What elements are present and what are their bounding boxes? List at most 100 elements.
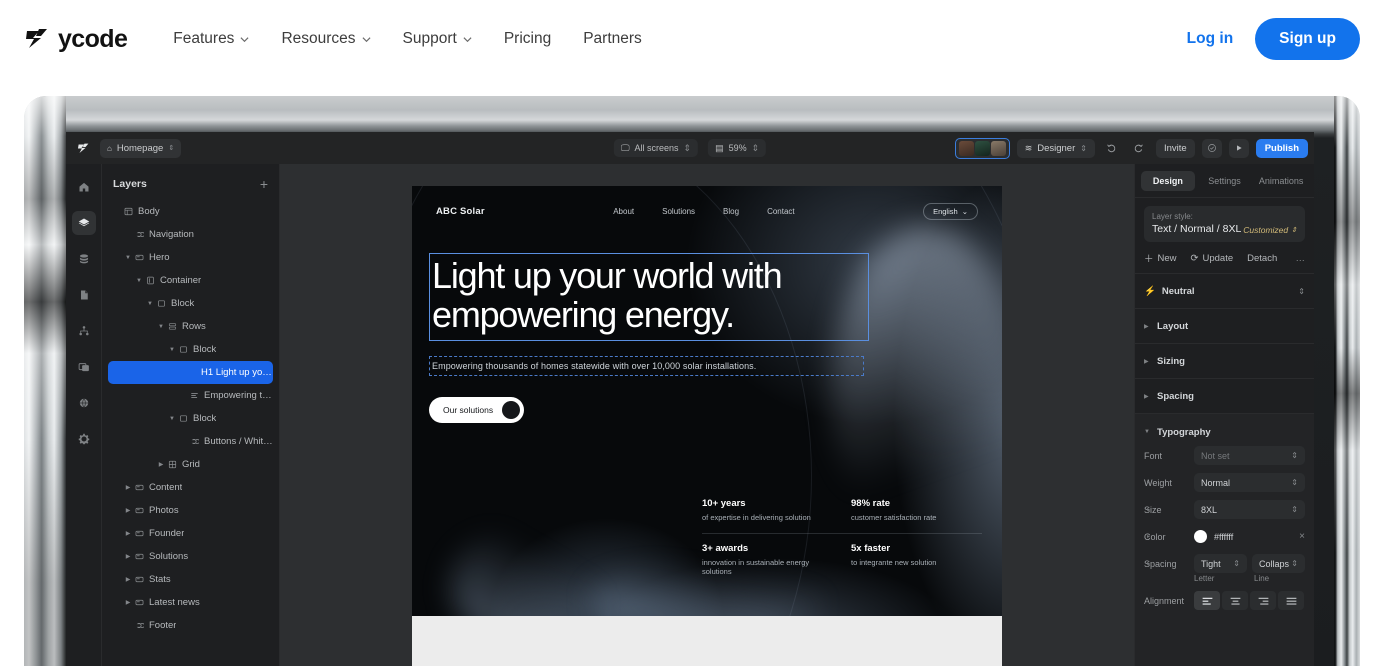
nav-item-pricing[interactable]: Pricing bbox=[504, 30, 551, 48]
language-selector[interactable]: English ⌄ bbox=[923, 202, 978, 220]
chevron-down-icon[interactable]: ▼ bbox=[156, 324, 166, 330]
login-link[interactable]: Log in bbox=[1187, 30, 1234, 48]
align-center-icon[interactable] bbox=[1222, 591, 1248, 610]
more-options-button[interactable]: … bbox=[1296, 253, 1306, 264]
zoom-selector[interactable]: ▤ 59% ⇕ bbox=[708, 139, 767, 157]
screens-selector[interactable]: 🖵 All screens ⇕ bbox=[613, 139, 699, 157]
align-right-icon[interactable] bbox=[1250, 591, 1276, 610]
subheading-selection-box[interactable]: Empowering thousands of homes statewide … bbox=[429, 356, 864, 376]
chevron-down-icon[interactable]: ▼ bbox=[1144, 429, 1151, 435]
collaborator-avatars[interactable] bbox=[954, 137, 1010, 159]
chevron-down-icon[interactable]: ▼ bbox=[167, 416, 177, 422]
layer-node[interactable]: Buttons / White / XL bbox=[108, 430, 273, 453]
theme-selector[interactable]: ⚡ Neutral ⇕ bbox=[1144, 282, 1305, 300]
home-icon[interactable] bbox=[72, 175, 96, 199]
layers-icon[interactable] bbox=[71, 211, 96, 235]
text-layer-icon bbox=[188, 391, 201, 400]
color-swatch[interactable] bbox=[1194, 530, 1207, 543]
redo-button[interactable] bbox=[1129, 139, 1149, 158]
database-icon[interactable] bbox=[72, 247, 96, 271]
chevron-right-icon[interactable]: ▶ bbox=[123, 576, 133, 583]
font-select[interactable]: Not set ⇕ bbox=[1194, 446, 1305, 465]
chevron-right-icon[interactable]: ▶ bbox=[123, 507, 133, 514]
status-check-icon[interactable] bbox=[1201, 138, 1222, 158]
align-justify-icon[interactable] bbox=[1278, 591, 1304, 610]
chevron-right-icon[interactable]: ▶ bbox=[123, 553, 133, 560]
chevron-right-icon[interactable]: ▶ bbox=[123, 599, 133, 606]
sitemap-icon[interactable] bbox=[72, 319, 96, 343]
cta-button[interactable]: Our solutions ↗ bbox=[429, 397, 525, 423]
layer-node[interactable]: ▼ Hero bbox=[108, 246, 273, 269]
layer-node[interactable]: ▶ Grid bbox=[108, 453, 273, 476]
topbar-right-controls: ≋ Designer ⇕ Invite Publish bbox=[954, 137, 1308, 159]
layer-node[interactable]: ▶ Photos bbox=[108, 499, 273, 522]
new-style-button[interactable]: ＋ New bbox=[1144, 251, 1177, 266]
detach-style-button[interactable]: Detach bbox=[1247, 253, 1277, 264]
properties-panel: Design Settings Animations Layer style: … bbox=[1134, 164, 1314, 666]
layer-node-selected[interactable]: H1 Light up your w... bbox=[108, 361, 273, 384]
layer-node[interactable]: ▶ Founder bbox=[108, 522, 273, 545]
letter-spacing-select[interactable]: Tight ⇕ bbox=[1194, 554, 1247, 573]
layer-style-card[interactable]: Layer style: Text / Normal / 8XL Customi… bbox=[1144, 206, 1305, 242]
chevron-down-icon[interactable]: ▼ bbox=[145, 301, 155, 307]
layer-node[interactable]: ▶ Content bbox=[108, 476, 273, 499]
heading-selection-box[interactable]: Light up your world with empowering ener… bbox=[429, 253, 869, 341]
tab-settings[interactable]: Settings bbox=[1198, 171, 1252, 191]
role-selector[interactable]: ≋ Designer ⇕ bbox=[1016, 138, 1095, 158]
undo-button[interactable] bbox=[1102, 139, 1122, 158]
spacing-section[interactable]: ▶ Spacing bbox=[1135, 378, 1314, 413]
invite-button[interactable]: Invite bbox=[1155, 138, 1195, 158]
nav-item-partners[interactable]: Partners bbox=[583, 30, 642, 48]
layer-node[interactable]: ▶ Stats bbox=[108, 568, 273, 591]
layers-stack-icon: ≋ bbox=[1024, 142, 1033, 153]
chevron-right-icon[interactable]: ▶ bbox=[123, 484, 133, 491]
layer-node[interactable]: ▶ Solutions bbox=[108, 545, 273, 568]
layer-node[interactable]: Empowering th... bbox=[108, 384, 273, 407]
layer-node[interactable]: Footer bbox=[108, 614, 273, 637]
layer-node[interactable]: ▶ Latest news bbox=[108, 591, 273, 614]
globe-icon[interactable] bbox=[72, 391, 96, 415]
layout-section[interactable]: ▶ Layout bbox=[1135, 308, 1314, 343]
layer-node[interactable]: ▼ Block bbox=[108, 292, 273, 315]
publish-button[interactable]: Publish bbox=[1255, 138, 1308, 158]
layer-node[interactable]: ▼ Block bbox=[108, 338, 273, 361]
chevron-down-icon[interactable]: ▼ bbox=[134, 278, 144, 284]
signup-button[interactable]: Sign up bbox=[1255, 18, 1360, 60]
brand-logo[interactable]: ycode bbox=[24, 25, 128, 54]
update-style-button[interactable]: ⟳ Update bbox=[1191, 253, 1234, 264]
nav-item-resources[interactable]: Resources bbox=[281, 30, 371, 48]
size-select[interactable]: 8XL ⇕ bbox=[1194, 500, 1305, 519]
chevron-right-icon[interactable]: ▶ bbox=[123, 530, 133, 537]
weight-select[interactable]: Normal ⇕ bbox=[1194, 473, 1305, 492]
media-icon[interactable] bbox=[72, 355, 96, 379]
settings-icon[interactable] bbox=[72, 427, 96, 451]
layer-node[interactable]: ▼ Block bbox=[108, 407, 273, 430]
add-layer-button[interactable]: + bbox=[260, 177, 268, 191]
align-left-icon[interactable] bbox=[1194, 591, 1220, 610]
layer-node[interactable]: ▼ Rows bbox=[108, 315, 273, 338]
layer-node[interactable]: ▼ Container bbox=[108, 269, 273, 292]
layer-node[interactable]: Body bbox=[108, 200, 273, 223]
preview-nav-link[interactable]: Contact bbox=[767, 207, 795, 216]
line-height-select[interactable]: Collaps ⇕ bbox=[1252, 554, 1305, 573]
stats-row: 3+ awards innovation in sustainable ener… bbox=[702, 534, 982, 587]
preview-nav-link[interactable]: About bbox=[613, 207, 634, 216]
preview-nav-link[interactable]: Solutions bbox=[662, 207, 695, 216]
nav-item-support[interactable]: Support bbox=[403, 30, 472, 48]
layer-style-badge[interactable]: Customized ⇕ bbox=[1243, 225, 1297, 235]
ycode-mark-icon[interactable] bbox=[72, 137, 94, 159]
pages-icon[interactable] bbox=[72, 283, 96, 307]
tab-design[interactable]: Design bbox=[1141, 171, 1195, 191]
chevron-right-icon[interactable]: ▶ bbox=[156, 461, 166, 468]
clear-color-button[interactable]: × bbox=[1299, 531, 1305, 542]
preview-play-button[interactable] bbox=[1228, 138, 1249, 158]
page-selector[interactable]: ⌂ Homepage ⇕ bbox=[100, 138, 182, 158]
design-canvas[interactable]: ABC Solar About Solutions Blog Contact Engl… bbox=[280, 164, 1134, 666]
tab-animations[interactable]: Animations bbox=[1254, 171, 1308, 191]
chevron-down-icon[interactable]: ▼ bbox=[123, 255, 133, 261]
sizing-section[interactable]: ▶ Sizing bbox=[1135, 343, 1314, 378]
chevron-down-icon[interactable]: ▼ bbox=[167, 347, 177, 353]
layer-node[interactable]: Navigation bbox=[108, 223, 273, 246]
nav-item-features[interactable]: Features bbox=[173, 30, 249, 48]
preview-nav-link[interactable]: Blog bbox=[723, 207, 739, 216]
